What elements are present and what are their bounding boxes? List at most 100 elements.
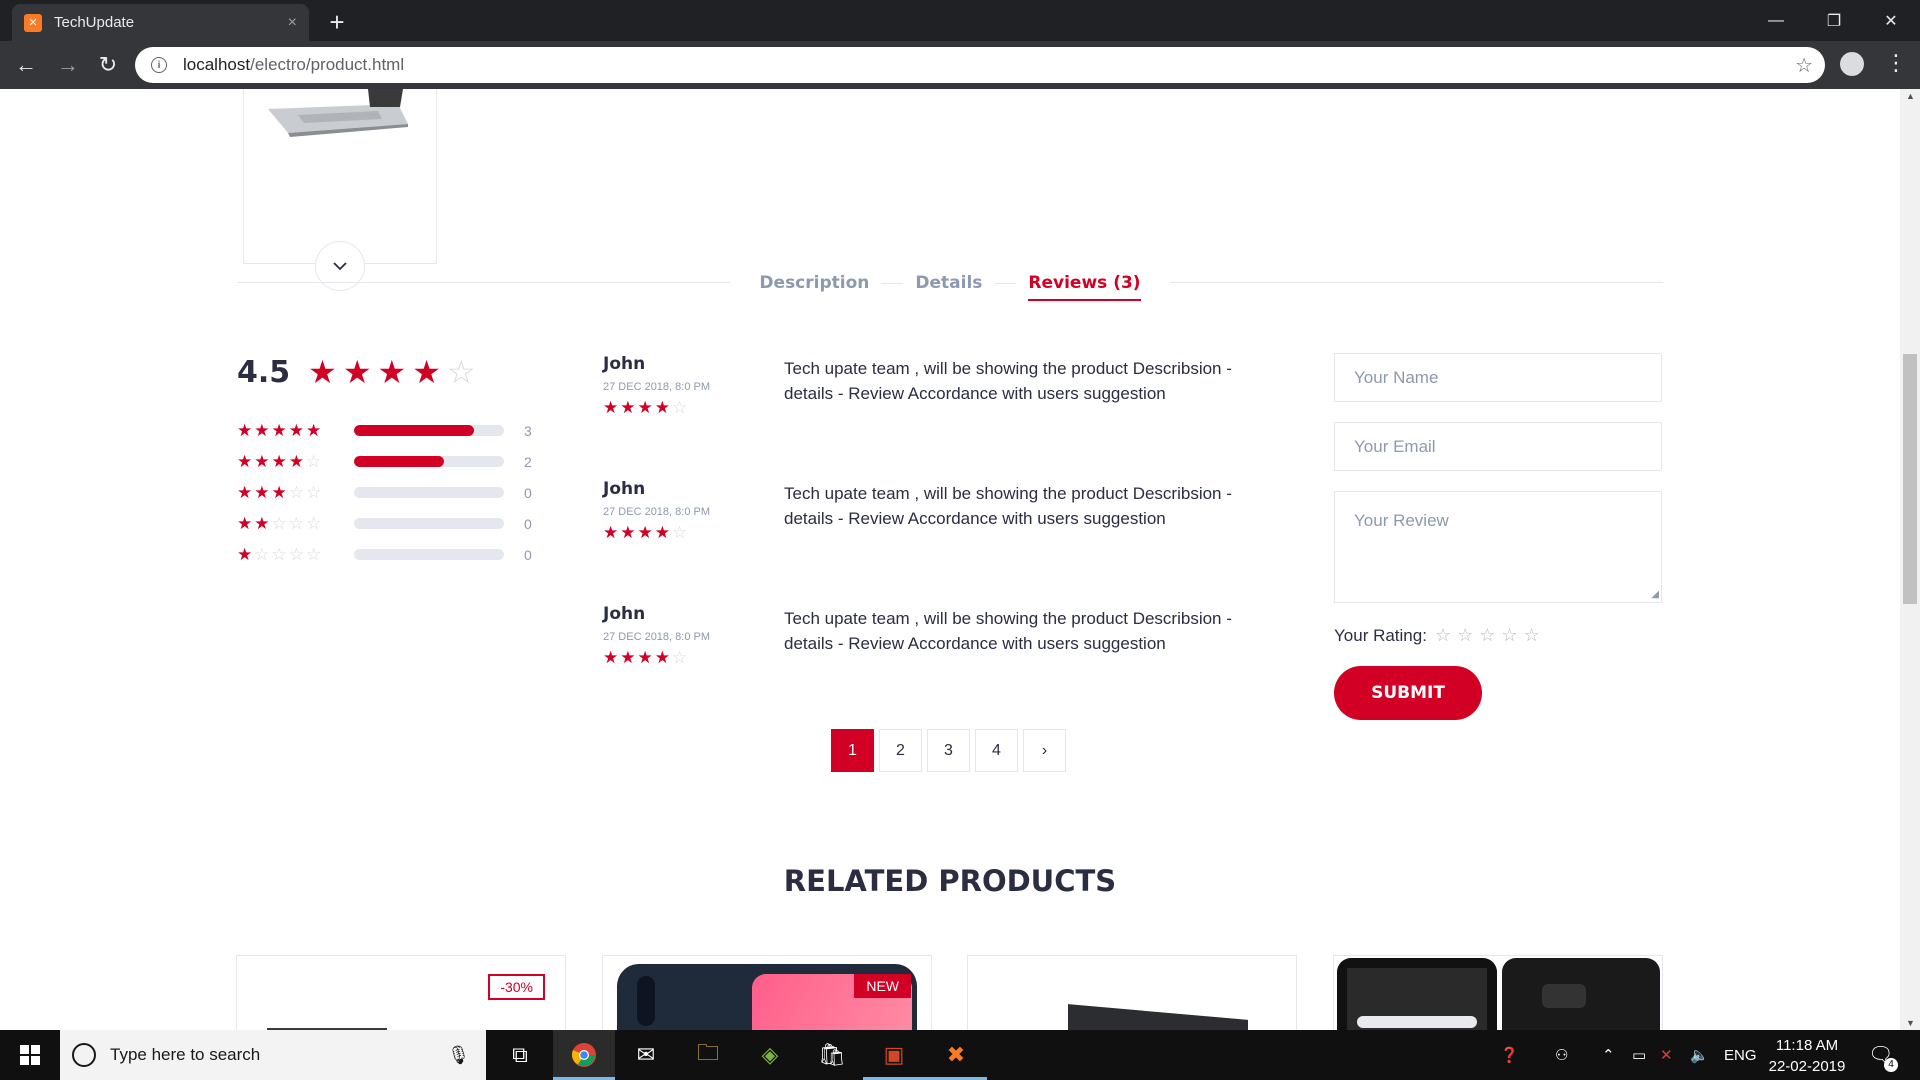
start-button[interactable] [0,1030,60,1080]
review-author: John [603,354,646,374]
rating-input: Your Rating: ☆☆☆☆☆ [1334,625,1662,646]
page-3-button[interactable]: 3 [927,729,970,772]
rating-row-4: ★★★★☆ 2 [237,446,532,477]
rating-progress-bar [354,487,504,498]
submit-button[interactable]: SUBMIT [1334,666,1482,720]
tab-title: TechUpdate [54,14,135,31]
name-field[interactable]: Your Name [1334,353,1662,402]
store-icon[interactable]: 🛍 [801,1030,863,1080]
review-date: 27 DEC 2018, 8:0 PM [603,506,711,518]
review-item: John 27 DEC 2018, 8:0 PM ★★★★☆ Tech upat… [603,604,1253,714]
show-hidden-icons[interactable]: ⌃ [1602,1030,1615,1080]
product-thumbnail[interactable] [243,89,437,264]
taskbar-search[interactable]: Type here to search 🎙 [60,1030,486,1080]
taskbar-clock[interactable]: 11:18 AM 22-02-2019 [1762,1035,1852,1077]
rating-row-stars: ★☆☆☆☆ [237,544,324,564]
site-info-icon[interactable]: i [151,57,167,73]
close-window-button[interactable]: ✕ [1862,0,1920,41]
volume-icon[interactable]: 🔈 [1690,1030,1709,1080]
product-card[interactable] [967,955,1297,1030]
email-field[interactable]: Your Email [1334,422,1662,471]
product-card[interactable]: -30% [236,955,566,1030]
new-tab-button[interactable]: + [322,7,352,37]
scrollbar-thumb[interactable] [1903,354,1917,604]
review-text: Tech upate team , will be showing the pr… [784,609,1232,653]
discount-badge: -30% [488,974,545,1000]
related-products-title: RELATED PRODUCTS [783,864,1117,898]
page-1-button[interactable]: 1 [831,729,874,772]
laptop-image [268,89,408,137]
rating-row-2: ★★☆☆☆ 0 [237,508,532,539]
action-center-icon[interactable]: 🗨 4 [1868,1042,1898,1072]
rating-progress-bar [354,456,504,467]
profile-avatar[interactable] [1840,52,1864,76]
rating-star-picker[interactable]: ☆☆☆☆☆ [1435,625,1546,646]
network-icon[interactable]: ✕ [1660,1030,1673,1080]
scroll-down-icon[interactable]: ▼ [1906,1018,1915,1028]
reviews-pagination: 1 2 3 4 › [831,729,1066,772]
people-icon[interactable]: ⚇ [1555,1030,1568,1080]
product-image-front [1337,958,1497,1030]
back-arrow-icon[interactable]: ← [10,49,42,81]
bookmark-star-icon[interactable]: ☆ [1795,53,1813,78]
average-rating-stars: ★★★★☆ [308,354,482,390]
minimize-button[interactable]: — [1747,0,1805,41]
product-card[interactable] [1333,955,1663,1030]
rating-row-stars: ★★☆☆☆ [237,513,324,533]
battery-icon[interactable]: ▭ [1632,1030,1646,1080]
chrome-icon[interactable] [553,1030,615,1080]
help-icon[interactable]: ❓ [1500,1030,1519,1080]
rating-count: 0 [524,484,532,501]
review-stars: ★★★★☆ [603,398,690,417]
browser-menu-icon[interactable]: ⋮ [1885,48,1907,78]
page-content: Description Details Reviews (3) 4.5 ★★★★… [0,89,1900,1030]
url-host: localhost [183,55,251,74]
next-page-button[interactable]: › [1023,729,1066,772]
review-textarea[interactable]: Your Review ◢ [1334,491,1662,603]
resize-grip-icon[interactable]: ◢ [1651,589,1659,600]
powerpoint-icon[interactable]: ▣ [863,1030,925,1080]
task-view-icon[interactable]: ⧉ [489,1030,551,1080]
tab-separator [881,283,904,284]
reload-icon[interactable]: ↻ [92,49,124,81]
rating-progress-bar [354,549,504,560]
tab-reviews[interactable]: Reviews (3) [1016,263,1152,303]
page-4-button[interactable]: 4 [975,729,1018,772]
review-form: Your Name Your Email Your Review ◢ Your … [1334,353,1662,720]
url-path: /electro/product.html [250,55,405,74]
review-date: 27 DEC 2018, 8:0 PM [603,631,711,643]
review-text: Tech upate team , will be showing the pr… [784,484,1232,528]
xampp-icon[interactable]: ✖ [925,1030,987,1080]
page-2-button[interactable]: 2 [879,729,922,772]
browser-titlebar: ✕ TechUpdate × + — ❐ ✕ [0,0,1920,41]
scroll-up-icon[interactable]: ▲ [1906,91,1915,101]
review-date: 27 DEC 2018, 8:0 PM [603,381,711,393]
average-rating: 4.5 ★★★★☆ [237,353,482,391]
review-stars: ★★★★☆ [603,648,690,667]
page-scrollbar[interactable]: ▲ ▼ [1900,89,1920,1030]
mail-icon[interactable]: ✉ [615,1030,677,1080]
tab-details[interactable]: Details [903,263,994,303]
rating-count: 0 [524,546,532,563]
tab-close-icon[interactable]: × [288,14,297,32]
review-item: John 27 DEC 2018, 8:0 PM ★★★★☆ Tech upat… [603,479,1253,589]
android-studio-icon[interactable]: ◈ [739,1030,801,1080]
address-bar[interactable]: i localhost/electro/product.html ☆ [135,47,1825,83]
file-explorer-icon[interactable]: 🗀 [677,1030,739,1080]
browser-tab[interactable]: ✕ TechUpdate × [12,4,309,41]
language-indicator[interactable]: ENG [1724,1030,1757,1080]
tab-description[interactable]: Description [747,263,881,303]
tab-separator [994,283,1017,284]
rating-label: Your Rating: [1334,625,1427,645]
review-text: Tech upate team , will be showing the pr… [784,359,1232,403]
rating-count: 3 [524,422,532,439]
product-image-back [1502,958,1660,1030]
product-card[interactable]: NEW [602,955,932,1030]
restore-button[interactable]: ❐ [1805,0,1863,41]
gallery-scroll-down-button[interactable] [315,241,365,291]
search-placeholder: Type here to search [110,1045,261,1064]
chevron-down-icon [333,262,347,271]
rating-row-stars: ★★★☆☆ [237,482,324,502]
forward-arrow-icon[interactable]: → [52,49,84,81]
microphone-icon[interactable]: 🎙 [447,1045,470,1066]
